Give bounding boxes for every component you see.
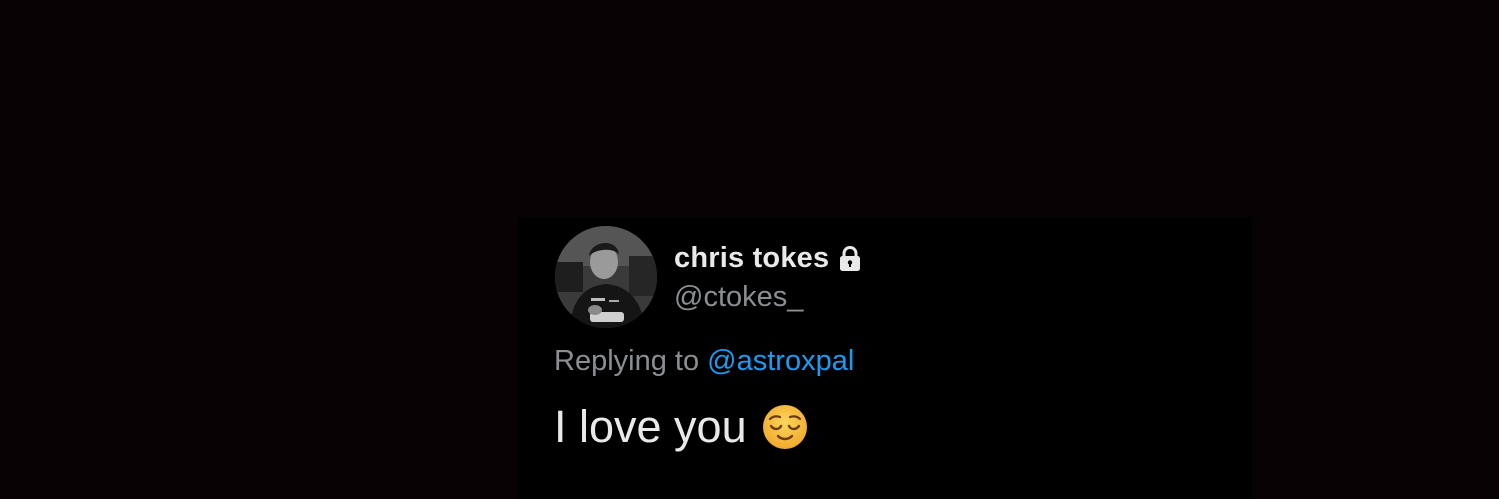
replying-to-label: Replying to (554, 345, 700, 377)
tweet-text: I love you (554, 401, 747, 452)
reply-mention-link[interactable]: @astroxpal (707, 345, 854, 377)
relieved-face-icon (761, 403, 809, 451)
user-handle[interactable]: @ctokes_ (674, 281, 803, 314)
page-background: chris tokes @ctokes_ Replying to @astrox… (0, 0, 1499, 499)
tweet-card: chris tokes @ctokes_ Replying to @astrox… (517, 217, 1252, 499)
display-name-row: chris tokes (674, 242, 862, 275)
replying-to-line: Replying to @astroxpal (554, 345, 854, 378)
avatar[interactable] (555, 226, 657, 328)
avatar-photo (555, 226, 657, 328)
lock-icon (838, 245, 862, 272)
tweet-body: I love you (554, 401, 809, 453)
display-name[interactable]: chris tokes (674, 242, 829, 275)
